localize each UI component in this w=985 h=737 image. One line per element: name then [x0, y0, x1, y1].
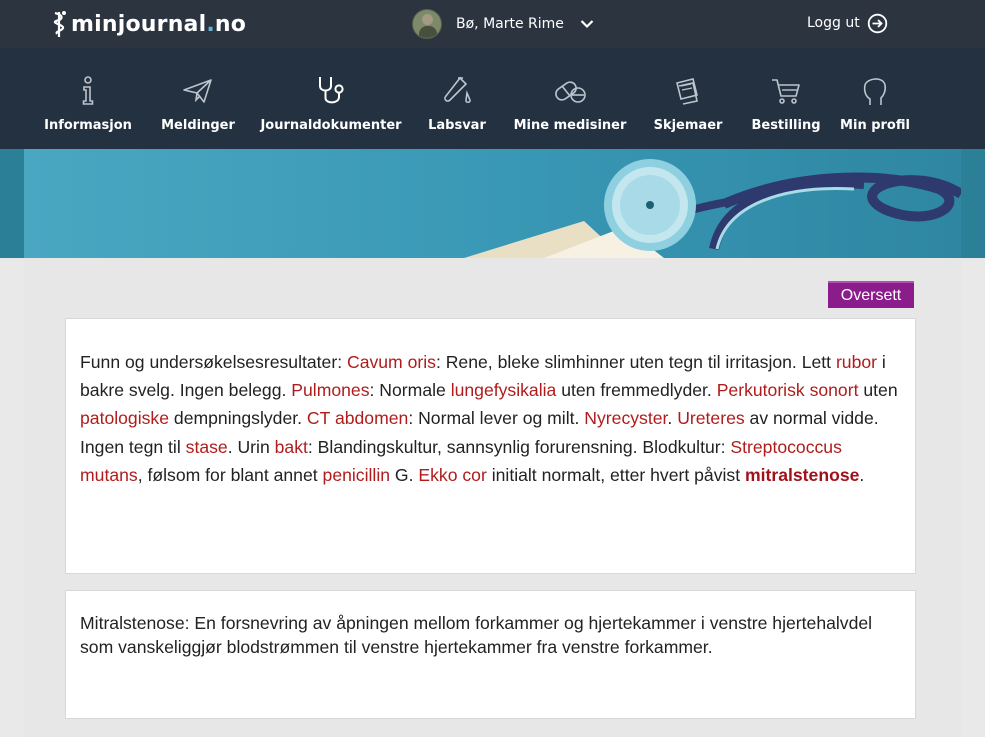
top-bar: minjournal. no Bø, Marte Rime Logg ut	[0, 0, 985, 48]
medical-term-link[interactable]: stase	[186, 437, 228, 457]
caduceus-icon	[53, 11, 66, 37]
nav-item-bestilling[interactable]: Bestilling	[751, 48, 821, 149]
definition-text: Mitralstenose: En forsnevring av åpninge…	[80, 613, 873, 657]
document-text-segment: .	[859, 464, 865, 485]
nav-label: Skjemaer	[653, 118, 723, 133]
document-text-segment: , følsom for blant annet	[137, 464, 323, 485]
document-text-segment: : Blandingskultur, sannsynlig forurensni…	[307, 436, 731, 457]
nav-label: Journaldokumenter	[260, 118, 402, 133]
document-text-segment: uten	[858, 380, 898, 401]
logo-tld: no	[214, 11, 247, 37]
document-text-segment: dempningslyder.	[169, 408, 307, 429]
main-nav: Informasjon Meldinger Journaldokumenter …	[0, 48, 985, 149]
nav-item-journaldokumenter[interactable]: Journaldokumenter	[260, 48, 402, 149]
banner-edge	[0, 149, 24, 258]
nav-label: Min profil	[840, 118, 910, 133]
forms-icon	[668, 74, 708, 108]
medical-term-link[interactable]: lungefysikalia	[451, 380, 557, 400]
translate-button[interactable]: Oversett	[828, 281, 914, 308]
logout-label: Logg ut	[807, 15, 860, 31]
profile-head-icon	[855, 74, 895, 108]
stethoscope-icon	[311, 74, 351, 108]
nav-item-informasjon[interactable]: Informasjon	[44, 48, 132, 149]
site-logo[interactable]: minjournal. no	[52, 9, 246, 39]
nav-label: Labsvar	[428, 118, 486, 133]
nav-label: Bestilling	[751, 118, 821, 133]
document-text-segment: : Normal lever og milt.	[408, 408, 585, 429]
medical-term-link[interactable]: Ekko cor	[418, 465, 486, 485]
definition-card: Mitralstenose: En forsnevring av åpninge…	[65, 590, 916, 719]
nav-label: Mine medisiner	[513, 118, 627, 133]
logout-button[interactable]: Logg ut	[807, 9, 888, 37]
nav-item-skjemaer[interactable]: Skjemaer	[653, 48, 723, 149]
user-name: Bø, Marte Rime	[456, 16, 564, 32]
document-text-segment: initialt normalt, etter hvert påvist	[486, 464, 745, 485]
chevron-down-icon	[580, 19, 594, 29]
test-tube-icon	[437, 74, 477, 108]
user-menu[interactable]: Bø, Marte Rime	[412, 9, 594, 39]
medical-term-link[interactable]: CT abdomen	[307, 408, 408, 428]
logout-arrow-icon	[867, 13, 887, 33]
cart-icon	[766, 74, 806, 108]
medical-term-link[interactable]: Perkutorisk sonort	[717, 380, 859, 400]
logo-main: minjournal	[71, 11, 207, 37]
medical-term-link[interactable]: Nyrecyster	[584, 408, 667, 428]
journal-document-text: Funn og undersøkelsesresultater: Cavum o…	[80, 348, 901, 489]
document-text-segment: : Normale	[369, 380, 451, 401]
document-text-segment: : Rene, bleke slimhinner uten tegn til i…	[435, 352, 836, 372]
medical-term-link[interactable]: mitralstenose	[745, 465, 859, 485]
nav-label: Meldinger	[161, 118, 235, 133]
logo-dot: .	[206, 11, 215, 37]
medical-term-link[interactable]: Ureteres	[677, 408, 744, 428]
medical-term-link[interactable]: Cavum oris	[347, 352, 436, 372]
nav-item-labsvar[interactable]: Labsvar	[428, 48, 486, 149]
document-text-segment: .	[667, 408, 678, 429]
nav-item-min-profil[interactable]: Min profil	[840, 48, 910, 149]
medical-term-link[interactable]: bakt	[275, 437, 308, 457]
journal-document-card: Funn og undersøkelsesresultater: Cavum o…	[65, 318, 916, 574]
document-text-segment: G.	[390, 464, 419, 485]
info-icon	[68, 74, 108, 108]
nav-item-meldinger[interactable]: Meldinger	[161, 48, 235, 149]
paper-plane-icon	[178, 74, 218, 108]
nav-item-mine-medisiner[interactable]: Mine medisiner	[514, 48, 626, 149]
medical-term-link[interactable]: penicillin	[323, 465, 390, 485]
banner-edge	[961, 149, 985, 258]
medical-term-link[interactable]: patologiske	[80, 408, 169, 428]
medical-term-link[interactable]: rubor	[836, 352, 877, 372]
header-banner	[24, 149, 961, 258]
medical-term-link[interactable]: Pulmones	[291, 380, 369, 400]
document-text-segment: Funn og undersøkelsesresultater:	[80, 352, 347, 372]
nav-label: Informasjon	[44, 118, 132, 133]
pill-icon	[550, 74, 590, 108]
document-text-segment: . Urin	[227, 436, 275, 457]
avatar	[412, 9, 442, 39]
document-text-segment: uten fremmedlyder.	[556, 380, 717, 401]
